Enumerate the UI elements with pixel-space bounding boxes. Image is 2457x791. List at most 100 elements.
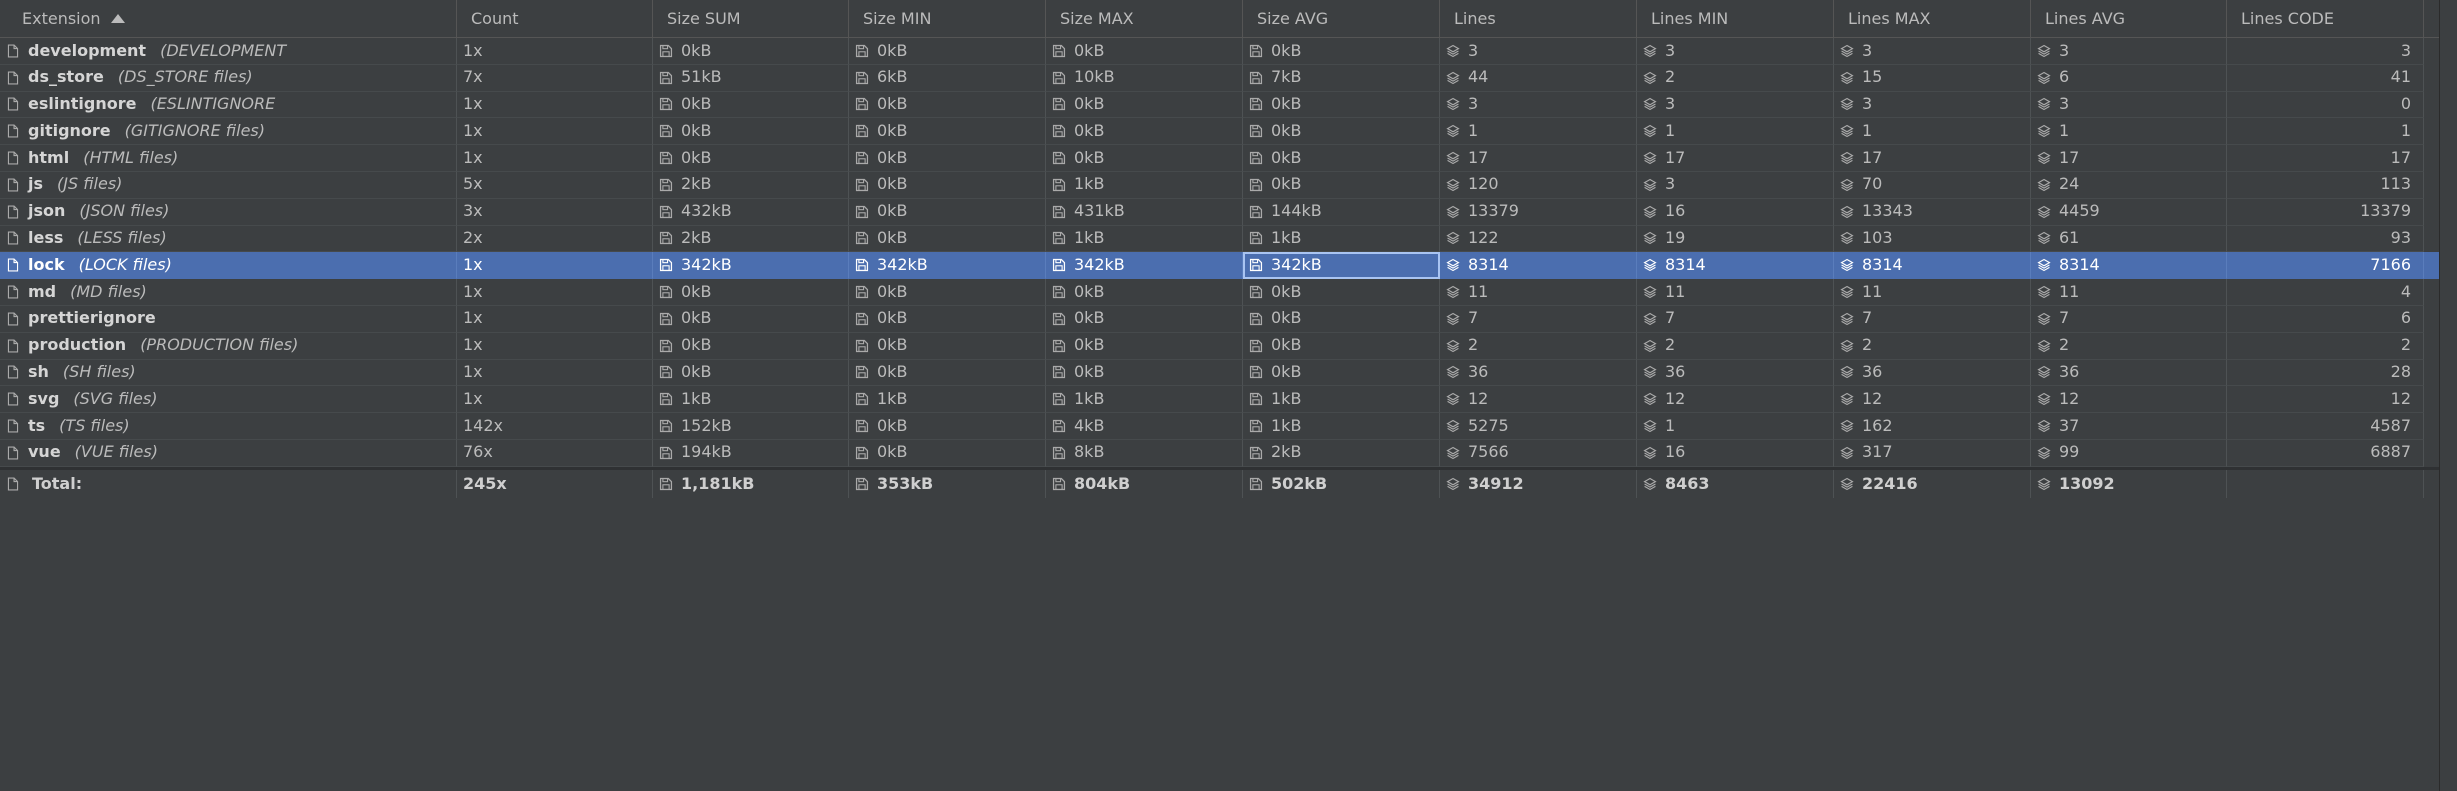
size-avg-cell[interactable]: 2kB <box>1243 439 1440 467</box>
size-sum-cell[interactable]: 152kB <box>653 413 849 440</box>
lines-max-cell[interactable]: 3 <box>1834 91 2031 119</box>
count-cell[interactable]: 3x <box>457 198 653 226</box>
size-min-cell[interactable]: 0kB <box>849 198 1046 226</box>
column-header-extension[interactable]: Extension <box>0 0 457 37</box>
extension-cell[interactable]: lock (LOCK files) <box>0 252 457 280</box>
lines-min-cell[interactable]: 16 <box>1637 439 1834 467</box>
lines-avg-cell[interactable]: 17 <box>2031 145 2227 172</box>
lines-avg-cell[interactable]: 2 <box>2031 332 2227 360</box>
lines-max-cell[interactable]: 1 <box>1834 118 2031 146</box>
lines-cell[interactable]: 44 <box>1440 64 1637 92</box>
column-header-size-avg[interactable]: Size AVG <box>1243 0 1440 37</box>
lines-max-cell[interactable]: 70 <box>1834 171 2031 199</box>
lines-min-cell[interactable]: 2 <box>1637 64 1834 92</box>
lines-code-cell[interactable]: 13379 <box>2227 198 2424 226</box>
size-max-cell[interactable]: 8kB <box>1046 439 1243 467</box>
lines-code-cell[interactable]: 6 <box>2227 305 2424 333</box>
size-sum-cell[interactable]: 2kB <box>653 225 849 253</box>
lines-cell[interactable]: 7 <box>1440 305 1637 333</box>
size-min-cell[interactable]: 0kB <box>849 413 1046 440</box>
extension-cell[interactable]: eslintignore (ESLINTIGNORE <box>0 91 457 119</box>
lines-cell[interactable]: 13379 <box>1440 198 1637 226</box>
lines-cell[interactable]: 3 <box>1440 38 1637 65</box>
lines-code-cell[interactable]: 3 <box>2227 38 2424 65</box>
count-cell[interactable]: 1x <box>457 38 653 65</box>
size-sum-cell[interactable]: 0kB <box>653 145 849 172</box>
count-cell[interactable]: 1x <box>457 305 653 333</box>
size-avg-cell[interactable]: 0kB <box>1243 279 1440 306</box>
extension-cell[interactable]: development (DEVELOPMENT <box>0 38 457 65</box>
lines-min-cell[interactable]: 2 <box>1637 332 1834 360</box>
extension-cell[interactable]: html (HTML files) <box>0 145 457 172</box>
column-header-size-sum[interactable]: Size SUM <box>653 0 849 37</box>
lines-avg-cell[interactable]: 3 <box>2031 91 2227 119</box>
lines-cell[interactable]: 122 <box>1440 225 1637 253</box>
count-cell[interactable]: 1x <box>457 252 653 280</box>
extension-cell[interactable]: production (PRODUCTION files) <box>0 332 457 360</box>
count-cell[interactable]: 1x <box>457 118 653 146</box>
lines-min-cell[interactable]: 17 <box>1637 145 1834 172</box>
lines-avg-cell[interactable]: 61 <box>2031 225 2227 253</box>
size-max-cell[interactable]: 0kB <box>1046 305 1243 333</box>
lines-min-cell[interactable]: 7 <box>1637 305 1834 333</box>
lines-avg-cell[interactable]: 7 <box>2031 305 2227 333</box>
lines-code-cell[interactable]: 2 <box>2227 332 2424 360</box>
lines-avg-cell[interactable]: 12 <box>2031 386 2227 414</box>
size-min-cell[interactable]: 0kB <box>849 359 1046 387</box>
size-sum-cell[interactable]: 0kB <box>653 91 849 119</box>
extension-cell[interactable]: svg (SVG files) <box>0 386 457 414</box>
lines-min-cell[interactable]: 3 <box>1637 171 1834 199</box>
size-sum-cell[interactable]: 2kB <box>653 171 849 199</box>
size-max-cell[interactable]: 0kB <box>1046 118 1243 146</box>
count-cell[interactable]: 1x <box>457 332 653 360</box>
lines-min-cell[interactable]: 12 <box>1637 386 1834 414</box>
lines-avg-cell[interactable]: 11 <box>2031 279 2227 306</box>
lines-min-cell[interactable]: 11 <box>1637 279 1834 306</box>
size-max-cell[interactable]: 342kB <box>1046 252 1243 280</box>
lines-code-cell[interactable]: 28 <box>2227 359 2424 387</box>
lines-cell[interactable]: 120 <box>1440 171 1637 199</box>
table-row[interactable]: js (JS files) 5x 2kB 0kB 1kB 0kB 120 3 70 24 113 <box>0 171 2440 199</box>
size-max-cell[interactable]: 1kB <box>1046 225 1243 253</box>
size-avg-cell[interactable]: 0kB <box>1243 38 1440 65</box>
lines-max-cell[interactable]: 103 <box>1834 225 2031 253</box>
lines-avg-cell[interactable]: 36 <box>2031 359 2227 387</box>
lines-code-cell[interactable]: 6887 <box>2227 439 2424 467</box>
size-sum-cell[interactable]: 0kB <box>653 359 849 387</box>
table-row[interactable]: vue (VUE files) 76x 194kB 0kB 8kB 2kB 7566 16 317… <box>0 439 2440 467</box>
lines-avg-cell[interactable]: 99 <box>2031 439 2227 467</box>
size-min-cell[interactable]: 0kB <box>849 38 1046 65</box>
size-min-cell[interactable]: 0kB <box>849 225 1046 253</box>
lines-code-cell[interactable]: 41 <box>2227 64 2424 92</box>
lines-min-cell[interactable]: 3 <box>1637 38 1834 65</box>
lines-avg-cell[interactable]: 1 <box>2031 118 2227 146</box>
lines-code-cell[interactable]: 93 <box>2227 225 2424 253</box>
count-cell[interactable]: 1x <box>457 359 653 387</box>
extension-cell[interactable]: ts (TS files) <box>0 413 457 440</box>
table-row[interactable]: lock (LOCK files) 1x 342kB 342kB 342kB 342kB 83… <box>0 252 2440 280</box>
table-row[interactable]: eslintignore (ESLINTIGNORE 1x 0kB 0kB 0kB 0kB 3… <box>0 91 2440 119</box>
column-header-lines-avg[interactable]: Lines AVG <box>2031 0 2227 37</box>
size-avg-cell[interactable]: 1kB <box>1243 225 1440 253</box>
size-min-cell[interactable]: 6kB <box>849 64 1046 92</box>
lines-max-cell[interactable]: 12 <box>1834 386 2031 414</box>
table-row[interactable]: json (JSON files) 3x 432kB 0kB 431kB 144kB 1337… <box>0 198 2440 226</box>
size-max-cell[interactable]: 1kB <box>1046 386 1243 414</box>
size-sum-cell[interactable]: 51kB <box>653 64 849 92</box>
size-avg-cell[interactable]: 0kB <box>1243 145 1440 172</box>
table-row[interactable]: sh (SH files) 1x 0kB 0kB 0kB 0kB 36 36 36 36 28 <box>0 359 2440 387</box>
size-avg-cell[interactable]: 0kB <box>1243 305 1440 333</box>
size-sum-cell[interactable]: 0kB <box>653 38 849 65</box>
size-avg-cell[interactable]: 144kB <box>1243 198 1440 226</box>
table-row[interactable]: ts (TS files) 142x 152kB 0kB 4kB 1kB 5275 1 162 37… <box>0 413 2440 440</box>
table-row[interactable]: ds_store (DS_STORE files) 7x 51kB 6kB 10kB 7kB… <box>0 64 2440 92</box>
count-cell[interactable]: 76x <box>457 439 653 467</box>
column-header-size-min[interactable]: Size MIN <box>849 0 1046 37</box>
lines-avg-cell[interactable]: 4459 <box>2031 198 2227 226</box>
lines-cell[interactable]: 3 <box>1440 91 1637 119</box>
size-sum-cell[interactable]: 194kB <box>653 439 849 467</box>
size-sum-cell[interactable]: 0kB <box>653 332 849 360</box>
lines-max-cell[interactable]: 317 <box>1834 439 2031 467</box>
extension-cell[interactable]: js (JS files) <box>0 171 457 199</box>
extension-cell[interactable]: less (LESS files) <box>0 225 457 253</box>
